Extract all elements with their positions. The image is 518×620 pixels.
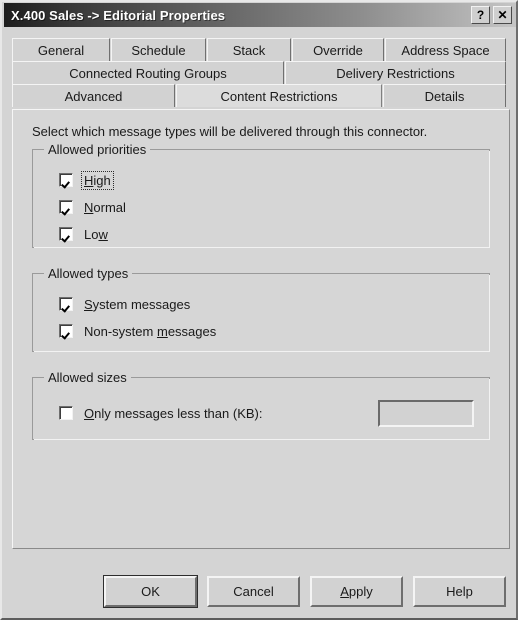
window-title: X.400 Sales -> Editorial Properties <box>11 7 226 23</box>
tab-advanced[interactable]: Advanced <box>12 84 175 107</box>
checkbox-low[interactable] <box>59 227 73 241</box>
tab-row-3: Advanced Content Restrictions Details <box>12 84 510 107</box>
tab-strip: General Schedule Stack Override Address … <box>12 38 510 107</box>
checkbox-non-system-messages[interactable] <box>59 324 73 338</box>
label-rest-non-system-messages: essages <box>167 323 217 339</box>
tab-address-space[interactable]: Address Space <box>385 38 506 61</box>
cancel-button[interactable]: Cancel <box>207 576 300 607</box>
accel-char-non-system-messages: m <box>156 323 168 339</box>
checkbox-row-non-system-messages[interactable]: Non-system messages <box>59 323 218 339</box>
checkbox-label-high: High <box>81 170 114 190</box>
label-pre-non-system: Non-system <box>84 323 157 339</box>
checkbox-row-normal[interactable]: Normal <box>59 199 128 215</box>
tab-stack[interactable]: Stack <box>207 38 291 61</box>
properties-dialog: X.400 Sales -> Editorial Properties ? ✕ … <box>0 0 518 620</box>
checkbox-only-messages-less-than[interactable] <box>59 406 73 420</box>
accel-char-low: w <box>98 226 108 242</box>
accel-char-system-messages: S <box>84 296 93 312</box>
checkbox-label-low: Low <box>82 226 110 243</box>
cancel-button-label: Cancel <box>233 584 274 599</box>
close-icon[interactable]: ✕ <box>493 6 512 24</box>
apply-button-label: pply <box>348 584 373 599</box>
apply-button[interactable]: Apply <box>310 576 403 607</box>
label-rest-normal: ormal <box>93 199 126 215</box>
label-pre-low: Lo <box>84 226 99 242</box>
max-size-input[interactable] <box>378 400 474 427</box>
group-title-allowed-sizes: Allowed sizes <box>44 370 131 385</box>
label-rest-only-messages: nly messages less than (KB): <box>94 405 263 421</box>
checkbox-row-only-messages-less-than[interactable]: Only messages less than (KB): <box>59 405 264 421</box>
checkbox-label-system-messages: System messages <box>82 296 192 313</box>
checkbox-row-system-messages[interactable]: System messages <box>59 296 192 312</box>
tab-override[interactable]: Override <box>292 38 384 61</box>
tab-general[interactable]: General <box>12 38 110 61</box>
accel-char-only-messages: O <box>84 405 95 421</box>
label-rest-high: igh <box>93 172 111 188</box>
checkbox-label-only-messages-less-than: Only messages less than (KB): <box>82 405 264 422</box>
group-allowed-sizes: Allowed sizes Only messages less than (K… <box>32 370 490 440</box>
label-rest-system-messages: ystem messages <box>92 296 191 312</box>
checkbox-row-high[interactable]: High <box>59 170 114 190</box>
accel-char-apply: A <box>340 584 349 599</box>
group-title-allowed-types: Allowed types <box>44 266 133 281</box>
help-button[interactable]: Help <box>413 576 506 607</box>
tab-details[interactable]: Details <box>383 84 506 107</box>
help-button-label: Help <box>446 584 473 599</box>
tab-row-1: General Schedule Stack Override Address … <box>12 38 510 61</box>
tab-content-panel: Select which message types will be deliv… <box>12 109 510 549</box>
tab-delivery-restrictions[interactable]: Delivery Restrictions <box>285 61 506 84</box>
group-title-allowed-priorities: Allowed priorities <box>44 142 151 157</box>
title-bar[interactable]: X.400 Sales -> Editorial Properties ? ✕ <box>4 3 516 27</box>
group-allowed-types: Allowed types System messages Non-system… <box>32 266 490 352</box>
ok-button[interactable]: OK <box>104 576 197 607</box>
ok-button-label: OK <box>141 584 160 599</box>
checkbox-label-non-system-messages: Non-system messages <box>82 323 218 340</box>
tab-content-restrictions[interactable]: Content Restrictions <box>176 84 382 107</box>
checkbox-high[interactable] <box>59 173 73 187</box>
group-allowed-priorities: Allowed priorities High Normal Low <box>32 142 490 248</box>
instruction-text: Select which message types will be deliv… <box>32 124 428 139</box>
accel-char-high: H <box>84 172 94 188</box>
accel-char-normal: N <box>84 199 94 215</box>
checkbox-row-low[interactable]: Low <box>59 226 110 242</box>
tab-row-2: Connected Routing Groups Delivery Restri… <box>12 61 510 84</box>
checkbox-system-messages[interactable] <box>59 297 73 311</box>
checkbox-normal[interactable] <box>59 200 73 214</box>
tab-connected-routing-groups[interactable]: Connected Routing Groups <box>12 61 284 84</box>
help-icon[interactable]: ? <box>471 6 490 24</box>
titlebar-button-group: ? ✕ <box>471 6 512 24</box>
checkbox-label-normal: Normal <box>82 199 128 216</box>
tab-schedule[interactable]: Schedule <box>111 38 206 61</box>
